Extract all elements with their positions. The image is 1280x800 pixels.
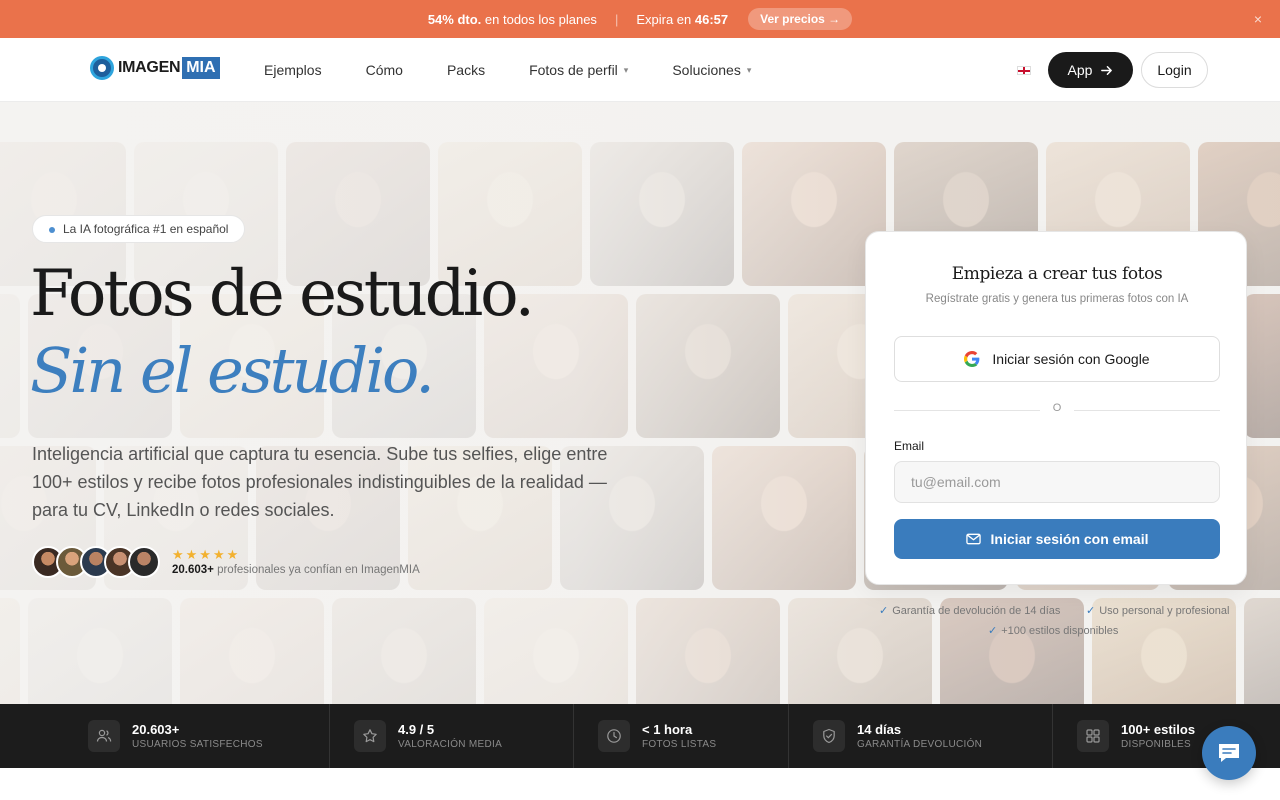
- stats-bar: 20.603+ USUARIOS SATISFECHOS 4.9 / 5 VALOR…: [0, 704, 1280, 768]
- shield-check-icon: [813, 720, 845, 752]
- mail-icon: [965, 533, 981, 545]
- check-icon: ✓: [1086, 605, 1096, 617]
- stat-styles: 100+ estilos DISPONIBLES: [1077, 704, 1195, 768]
- top-nav: IMAGEN MIA Ejemplos Cómo Packs Fotos de …: [0, 38, 1280, 102]
- stat-delivery: < 1 hora FOTOS LISTAS: [598, 704, 716, 768]
- logo-text: IMAGEN: [118, 59, 181, 76]
- chat-icon: [1219, 744, 1239, 762]
- promo-bar: 54% dto. en todos los planes | Expira en…: [0, 0, 1280, 38]
- arrow-right-icon: [1101, 65, 1113, 75]
- guarantee-usage: ✓ Uso personal y profesional: [1086, 604, 1230, 618]
- avatar: [128, 546, 160, 578]
- users-icon: [88, 720, 120, 752]
- guarantee-refund: ✓ Garantía de devolución de 14 días: [879, 604, 1061, 618]
- chevron-down-icon: ▾: [623, 64, 629, 75]
- nav-link-como[interactable]: Cómo: [366, 62, 403, 78]
- email-signin-button[interactable]: Iniciar sesión con email: [894, 519, 1220, 559]
- nav-link-fotos-de-perfil[interactable]: Fotos de perfil ▾: [529, 62, 628, 78]
- hero-section: La IA fotográfica #1 en español Fotos de…: [0, 102, 1280, 704]
- signup-card: Empieza a crear tus fotos Regístrate gra…: [865, 231, 1247, 585]
- logo[interactable]: IMAGEN MIA: [90, 56, 220, 80]
- email-input[interactable]: [894, 461, 1220, 503]
- promo-discount: 54% dto. en todos los planes: [427, 11, 597, 27]
- check-icon: ✓: [879, 605, 889, 617]
- star-icon: [354, 720, 386, 752]
- nav-link-packs[interactable]: Packs: [447, 62, 485, 78]
- language-flag-icon[interactable]: [1017, 66, 1031, 75]
- avatar-group: [32, 546, 160, 578]
- guarantee-styles: ✓ +100 estilos disponibles: [988, 624, 1119, 638]
- clock-icon: [598, 720, 630, 752]
- promo-countdown: 46:57: [694, 11, 729, 27]
- stat-rating: 4.9 / 5 VALORACIÓN MEDIA: [354, 704, 502, 768]
- signup-title: Empieza a crear tus fotos: [951, 264, 1163, 284]
- chat-button[interactable]: [1202, 726, 1256, 780]
- hero-badge: La IA fotográfica #1 en español: [32, 215, 246, 243]
- email-label: Email: [894, 439, 925, 453]
- hero-title-accent: Sin el estudio.: [30, 334, 435, 407]
- logo-mia: MIA: [182, 57, 220, 79]
- app-button[interactable]: App: [1048, 52, 1133, 88]
- google-signin-button[interactable]: Iniciar sesión con Google: [894, 336, 1220, 382]
- promo-expiry: Expira en 46:57: [636, 11, 729, 27]
- or-divider: O: [894, 402, 1220, 418]
- google-icon: [964, 351, 980, 367]
- logo-camera-icon: [90, 56, 114, 80]
- social-proof: 20.603+ profesionales ya confían en Imag…: [172, 564, 420, 576]
- nav-link-soluciones[interactable]: Soluciones ▾: [672, 62, 751, 78]
- grid-icon: [1077, 720, 1109, 752]
- check-icon: ✓: [988, 625, 998, 637]
- hero-lead: Inteligencia artificial que captura tu e…: [32, 444, 608, 520]
- promo-separator: |: [614, 11, 619, 27]
- see-prices-button[interactable]: Ver precios →: [748, 8, 853, 30]
- chevron-down-icon: ▾: [746, 64, 752, 75]
- login-button[interactable]: Login: [1141, 52, 1208, 88]
- nav-links: Ejemplos Cómo Packs Fotos de perfil ▾ Sol…: [264, 38, 795, 102]
- close-icon[interactable]: ×: [1254, 11, 1262, 27]
- nav-link-ejemplos[interactable]: Ejemplos: [264, 62, 322, 78]
- hero-title: Fotos de estudio.: [30, 257, 535, 331]
- signup-subtitle: Regístrate gratis y genera tus primeras …: [925, 293, 1189, 305]
- stat-users: 20.603+ USUARIOS SATISFECHOS: [88, 704, 263, 768]
- stat-guarantee: 14 días GARANTÍA DEVOLUCIÓN: [813, 704, 982, 768]
- rating-stars: ★★★★★: [172, 547, 241, 562]
